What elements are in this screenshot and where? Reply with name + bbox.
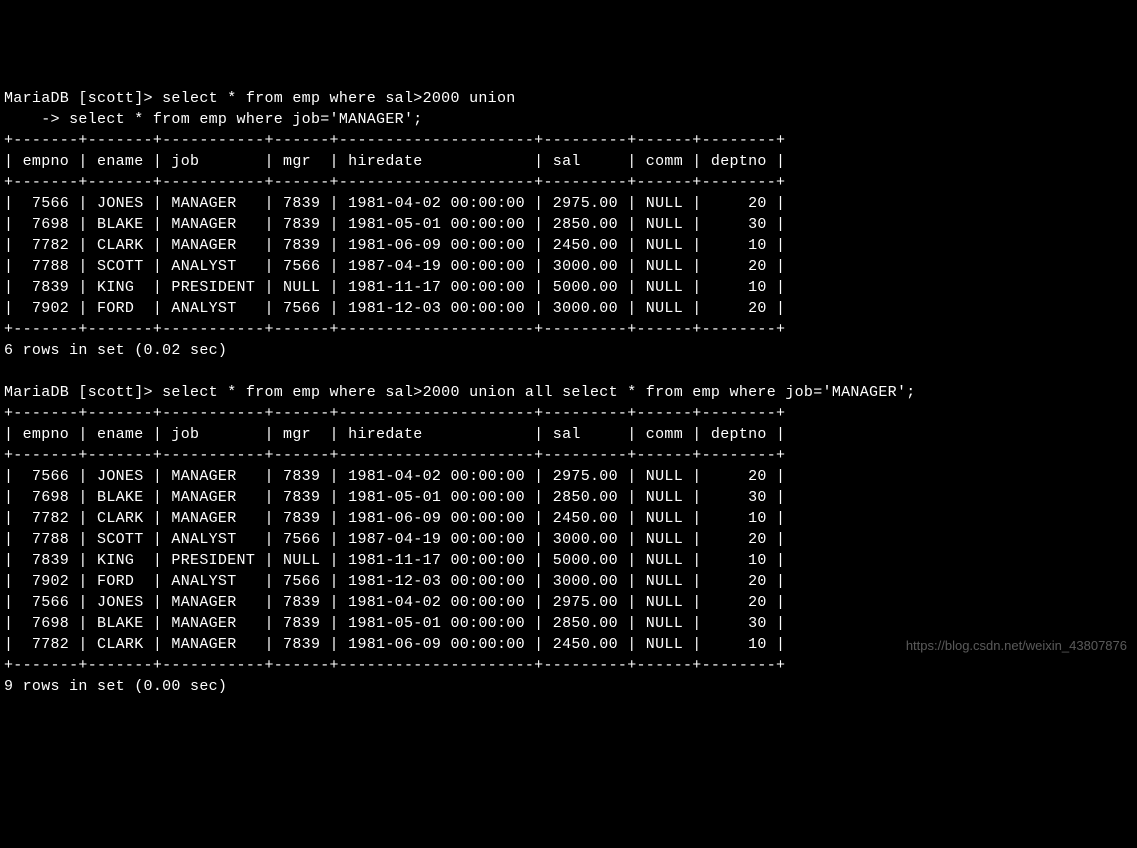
table-row: | 7782 | CLARK | MANAGER | 7839 | 1981-0… [4,636,785,653]
watermark-text: https://blog.csdn.net/weixin_43807876 [906,637,1127,655]
table-row: | 7698 | BLAKE | MANAGER | 7839 | 1981-0… [4,615,785,632]
table-header: | empno | ename | job | mgr | hiredate |… [4,153,785,170]
table-separator: +-------+-------+-----------+------+----… [4,657,785,674]
table-header: | empno | ename | job | mgr | hiredate |… [4,426,785,443]
table-row: | 7788 | SCOTT | ANALYST | 7566 | 1987-0… [4,531,785,548]
table-separator: +-------+-------+-----------+------+----… [4,174,785,191]
result-footer: 9 rows in set (0.00 sec) [4,678,227,695]
table-row: | 7698 | BLAKE | MANAGER | 7839 | 1981-0… [4,489,785,506]
table-row: | 7566 | JONES | MANAGER | 7839 | 1981-0… [4,195,785,212]
table-row: | 7902 | FORD | ANALYST | 7566 | 1981-12… [4,573,785,590]
table-row: | 7902 | FORD | ANALYST | 7566 | 1981-12… [4,300,785,317]
table-row: | 7839 | KING | PRESIDENT | NULL | 1981-… [4,552,785,569]
table-separator: +-------+-------+-----------+------+----… [4,405,785,422]
sql-prompt-line: MariaDB [scott]> select * from emp where… [4,384,916,401]
sql-prompt-line: MariaDB [scott]> select * from emp where… [4,90,516,107]
table-row: | 7698 | BLAKE | MANAGER | 7839 | 1981-0… [4,216,785,233]
table-row: | 7788 | SCOTT | ANALYST | 7566 | 1987-0… [4,258,785,275]
sql-prompt-continuation: -> select * from emp where job='MANAGER'… [4,111,423,128]
table-row: | 7782 | CLARK | MANAGER | 7839 | 1981-0… [4,510,785,527]
table-separator: +-------+-------+-----------+------+----… [4,132,785,149]
table-separator: +-------+-------+-----------+------+----… [4,447,785,464]
table-row: | 7782 | CLARK | MANAGER | 7839 | 1981-0… [4,237,785,254]
result-footer: 6 rows in set (0.02 sec) [4,342,227,359]
terminal-output[interactable]: MariaDB [scott]> select * from emp where… [4,88,1137,697]
table-separator: +-------+-------+-----------+------+----… [4,321,785,338]
table-row: | 7566 | JONES | MANAGER | 7839 | 1981-0… [4,468,785,485]
table-row: | 7566 | JONES | MANAGER | 7839 | 1981-0… [4,594,785,611]
table-row: | 7839 | KING | PRESIDENT | NULL | 1981-… [4,279,785,296]
